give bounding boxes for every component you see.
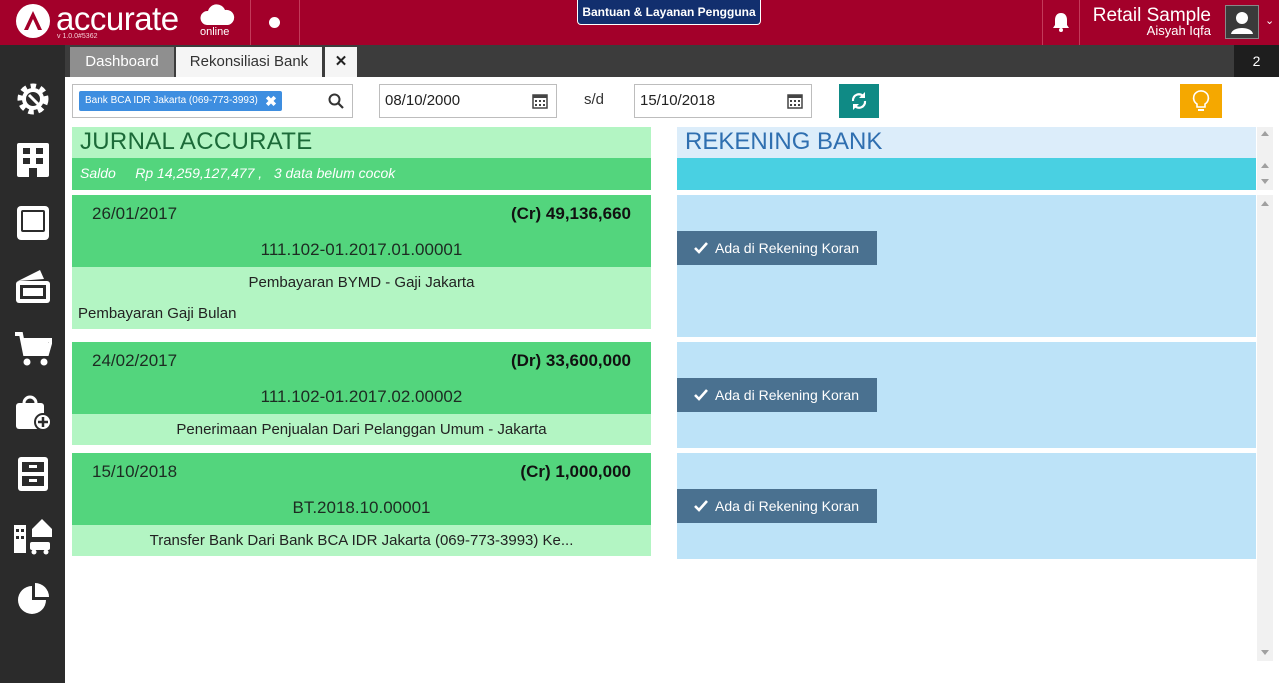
entry-description: Penerimaan Penjualan Dari Pelanggan Umum… <box>72 414 651 445</box>
rekening-title: REKENING BANK <box>685 128 883 155</box>
content-scrollbar[interactable] <box>1257 195 1273 661</box>
bank-chip: Bank BCA IDR Jakarta (069-773-3993) ✖ <box>79 91 282 111</box>
cart-icon[interactable] <box>14 330 52 368</box>
divider <box>1042 0 1043 45</box>
bank-chip-label: Bank BCA IDR Jakarta (069-773-3993) <box>85 95 258 106</box>
bell-icon[interactable] <box>1052 12 1070 32</box>
ada-button-label: Ada di Rekening Koran <box>715 498 859 514</box>
jurnal-header: JURNAL ACCURATE <box>72 127 651 158</box>
jurnal-entry[interactable]: 24/02/2017 (Dr) 33,600,000 111.102-01.20… <box>72 342 651 414</box>
help-button[interactable]: Bantuan & Layanan Pengguna <box>577 0 761 25</box>
check-icon <box>694 389 708 401</box>
divider <box>299 0 300 45</box>
wallet-icon[interactable] <box>14 267 52 305</box>
date-to-value: 15/10/2018 <box>640 92 716 109</box>
date-range-separator: s/d <box>584 91 605 108</box>
entry-amount: (Cr) 49,136,660 <box>510 204 631 223</box>
calendar-icon[interactable] <box>787 93 803 109</box>
logo-online: online <box>200 26 230 38</box>
jurnal-entry[interactable]: 26/01/2017 (Cr) 49,136,660 111.102-01.20… <box>72 195 651 267</box>
bank-select[interactable]: Bank BCA IDR Jakarta (069-773-3993) ✖ <box>72 84 353 118</box>
entry-amount: (Cr) 1,000,000 <box>520 462 631 481</box>
entry-reference: 111.102-01.2017.02.00002 <box>260 387 463 406</box>
ada-di-rekening-koran-button[interactable]: Ada di Rekening Koran <box>677 378 877 412</box>
rekening-header: REKENING BANK <box>677 127 1256 158</box>
unmatched-count: 3 data belum cocok <box>273 165 396 181</box>
open-tab-count[interactable]: 2 <box>1234 45 1279 77</box>
chip-close-icon[interactable]: ✖ <box>265 91 277 111</box>
rekening-block: Ada di Rekening Koran <box>677 453 1256 559</box>
date-to-field[interactable]: 15/10/2018 <box>634 84 812 118</box>
cabinet-icon[interactable] <box>14 455 52 493</box>
divider <box>1079 0 1080 45</box>
date-from-value: 08/10/2000 <box>385 92 461 109</box>
entry-description: Pembayaran BYMD - Gaji Jakarta <box>72 267 651 298</box>
ada-di-rekening-koran-button[interactable]: Ada di Rekening Koran <box>677 231 877 265</box>
top-bar: accurate online v 1.0.0#5362 Bantuan & L… <box>0 0 1279 45</box>
tab-rekonsiliasi-bank[interactable]: Rekonsiliasi Bank <box>176 47 322 77</box>
entry-date: 24/02/2017 <box>92 351 178 370</box>
header-scrollbar[interactable] <box>1257 127 1273 190</box>
cloud-icon <box>200 4 235 26</box>
tab-bar: Dashboard Rekonsiliasi Bank ✕ 2 <box>65 45 1279 77</box>
entry-reference: BT.2018.10.00001 <box>292 498 431 517</box>
refresh-button[interactable] <box>839 84 879 118</box>
ada-button-label: Ada di Rekening Koran <box>715 387 859 403</box>
entry-amount: (Dr) 33,600,000 <box>510 351 631 370</box>
status-dot-icon[interactable] <box>269 17 280 28</box>
accurate-logo-icon[interactable] <box>16 4 50 38</box>
building-icon[interactable] <box>14 141 52 179</box>
entry-date: 26/01/2017 <box>92 204 178 223</box>
tab-dashboard[interactable]: Dashboard <box>70 47 174 77</box>
tips-button[interactable] <box>1180 84 1222 118</box>
app-version: v 1.0.0#5362 <box>57 33 98 40</box>
lightbulb-icon <box>1192 90 1210 111</box>
bag-add-icon[interactable] <box>14 393 52 431</box>
refresh-icon <box>851 92 867 110</box>
entry-date: 15/10/2018 <box>92 462 178 481</box>
rekening-summary-bar <box>677 158 1256 190</box>
saldo-label: Saldo <box>80 165 116 181</box>
search-icon[interactable] <box>328 93 344 109</box>
rekening-block: Ada di Rekening Koran <box>677 195 1256 337</box>
check-icon <box>694 500 708 512</box>
pie-chart-icon[interactable] <box>14 580 52 618</box>
sidebar <box>0 45 65 683</box>
assets-icon[interactable] <box>14 517 52 555</box>
book-icon[interactable] <box>14 204 52 242</box>
close-icon[interactable]: ✕ <box>325 47 357 77</box>
entry-description: Transfer Bank Dari Bank BCA IDR Jakarta … <box>72 525 651 556</box>
entry-note: Pembayaran Gaji Bulan <box>72 298 651 329</box>
calendar-icon[interactable] <box>532 93 548 109</box>
jurnal-title: JURNAL ACCURATE <box>80 128 313 155</box>
saldo-text: Saldo Rp 14,259,127,477 , 3 data belum c… <box>80 165 395 181</box>
jurnal-entry[interactable]: 15/10/2018 (Cr) 1,000,000 BT.2018.10.000… <box>72 453 651 525</box>
ada-button-label: Ada di Rekening Koran <box>715 240 859 256</box>
saldo-value: Rp 14,259,127,477 , <box>135 165 263 181</box>
user-name[interactable]: Aisyah Iqfa <box>1147 23 1211 38</box>
gear-icon[interactable] <box>14 80 52 118</box>
check-icon <box>694 242 708 254</box>
user-icon <box>1231 12 1253 34</box>
divider <box>250 0 251 45</box>
ada-di-rekening-koran-button[interactable]: Ada di Rekening Koran <box>677 489 877 523</box>
chevron-down-icon[interactable]: ⌄ <box>1265 14 1274 27</box>
avatar[interactable] <box>1225 5 1259 39</box>
rekening-block: Ada di Rekening Koran <box>677 342 1256 448</box>
entry-reference: 111.102-01.2017.01.00001 <box>260 240 463 259</box>
saldo-bar: Saldo Rp 14,259,127,477 , 3 data belum c… <box>72 158 651 190</box>
date-from-field[interactable]: 08/10/2000 <box>379 84 557 118</box>
